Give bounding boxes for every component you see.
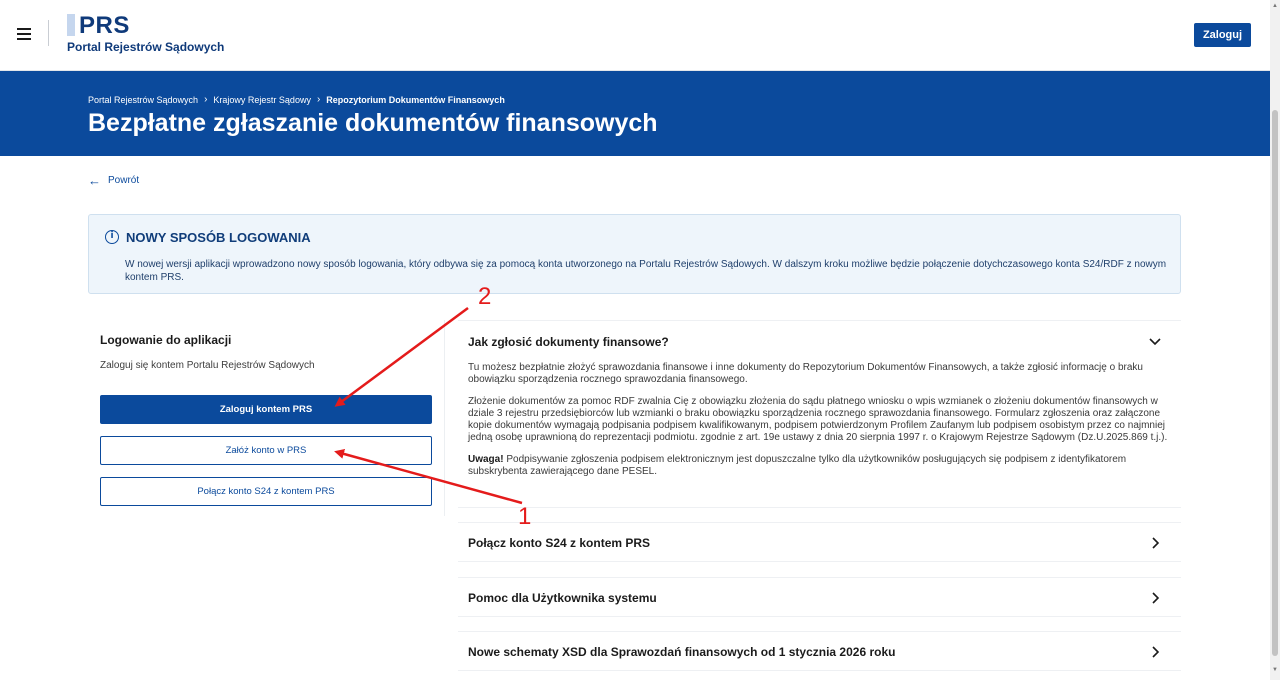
logo-title[interactable]: PRS — [79, 12, 130, 40]
login-panel-description: Zaloguj się kontem Portalu Rejestrów Sąd… — [100, 360, 315, 371]
info-alert-title: NOWY SPOSÓB LOGOWANIA — [126, 230, 311, 245]
accordion-paragraph: Uwaga! Podpisywanie zgłoszenia podpisem … — [468, 454, 1168, 478]
chevron-down-icon[interactable] — [1147, 333, 1163, 349]
hamburger-menu-icon[interactable] — [17, 28, 31, 40]
page-banner: Portal Rejestrów Sądowych › Krajowy Reje… — [0, 71, 1270, 156]
register-prs-account-button[interactable]: Załóż konto w PRS — [100, 436, 432, 465]
accordion-item-how-to-submit: Jak zgłosić dokumenty finansowe? Tu może… — [458, 320, 1181, 508]
chevron-right-icon: › — [316, 94, 321, 105]
accordion-paragraph: Tu możesz bezpłatnie złożyć sprawozdania… — [468, 362, 1143, 385]
accordion-item-xsd-schemas[interactable]: Nowe schematy XSD dla Sprawozdań finanso… — [458, 631, 1181, 671]
chevron-right-icon[interactable] — [1147, 535, 1163, 551]
page-title: Bezpłatne zgłaszanie dokumentów finansow… — [88, 109, 658, 137]
breadcrumb-item-krs[interactable]: Krajowy Rejestr Sądowy — [213, 95, 311, 105]
annotation-label-1: 1 — [518, 503, 532, 530]
login-button[interactable]: Zaloguj — [1194, 23, 1251, 47]
connect-s24-account-button[interactable]: Połącz konto S24 z kontem PRS — [100, 477, 432, 506]
chevron-right-icon: › — [204, 94, 208, 105]
info-icon: i — [105, 230, 119, 244]
accordion-header[interactable]: Połącz konto S24 z kontem PRS — [468, 536, 650, 550]
login-panel: Logowanie do aplikacji Zaloguj się konte… — [88, 320, 445, 516]
scroll-down-arrow-icon[interactable]: ▼ — [1272, 667, 1278, 673]
login-with-prs-button[interactable]: Zaloguj kontem PRS — [100, 395, 432, 424]
page-scrollbar[interactable]: ▲ ▼ — [1270, 0, 1280, 680]
scroll-up-arrow-icon[interactable]: ▲ — [1272, 3, 1278, 9]
back-link-label: Powrót — [108, 175, 140, 186]
breadcrumb: Portal Rejestrów Sądowych › Krajowy Reje… — [88, 94, 505, 105]
accordion-item-connect-s24[interactable]: Połącz konto S24 z kontem PRS — [458, 522, 1181, 562]
logo-mark — [67, 14, 75, 36]
arrow-left-icon: ← — [88, 173, 101, 188]
top-navigation-bar: PRS Portal Rejestrów Sądowych Zaloguj — [0, 0, 1270, 71]
accordion-header[interactable]: Pomoc dla Użytkownika systemu — [468, 591, 657, 605]
accordion-header[interactable]: Nowe schematy XSD dla Sprawozdań finanso… — [468, 645, 895, 659]
accordion-item-user-help[interactable]: Pomoc dla Użytkownika systemu — [458, 577, 1181, 617]
logo-divider — [48, 20, 49, 46]
warning-text: Podpisywanie zgłoszenia podpisem elektro… — [468, 454, 1127, 477]
warning-label: Uwaga! — [468, 454, 504, 465]
breadcrumb-item-portal[interactable]: Portal Rejestrów Sądowych — [88, 95, 198, 105]
login-panel-title: Logowanie do aplikacji — [100, 333, 232, 347]
scrollbar-thumb[interactable] — [1272, 110, 1278, 656]
chevron-right-icon[interactable] — [1147, 590, 1163, 606]
chevron-right-icon[interactable] — [1147, 644, 1163, 660]
back-link[interactable]: ← Powrót — [88, 173, 139, 188]
breadcrumb-item-current: Repozytorium Dokumentów Finansowych — [326, 94, 505, 105]
info-alert-text: W nowej wersji aplikacji wprowadzono now… — [125, 259, 1167, 283]
accordion-header[interactable]: Jak zgłosić dokumenty finansowe? — [468, 335, 669, 349]
accordion-paragraph: Złożenie dokumentów za pomoc RDF zwalnia… — [468, 396, 1168, 443]
annotation-label-2: 2 — [478, 283, 492, 310]
accordion-body: Tu możesz bezpłatnie złożyć sprawozdania… — [468, 362, 1168, 488]
info-alert: i NOWY SPOSÓB LOGOWANIA W nowej wersji a… — [88, 214, 1181, 294]
logo-subtitle[interactable]: Portal Rejestrów Sądowych — [67, 40, 224, 54]
